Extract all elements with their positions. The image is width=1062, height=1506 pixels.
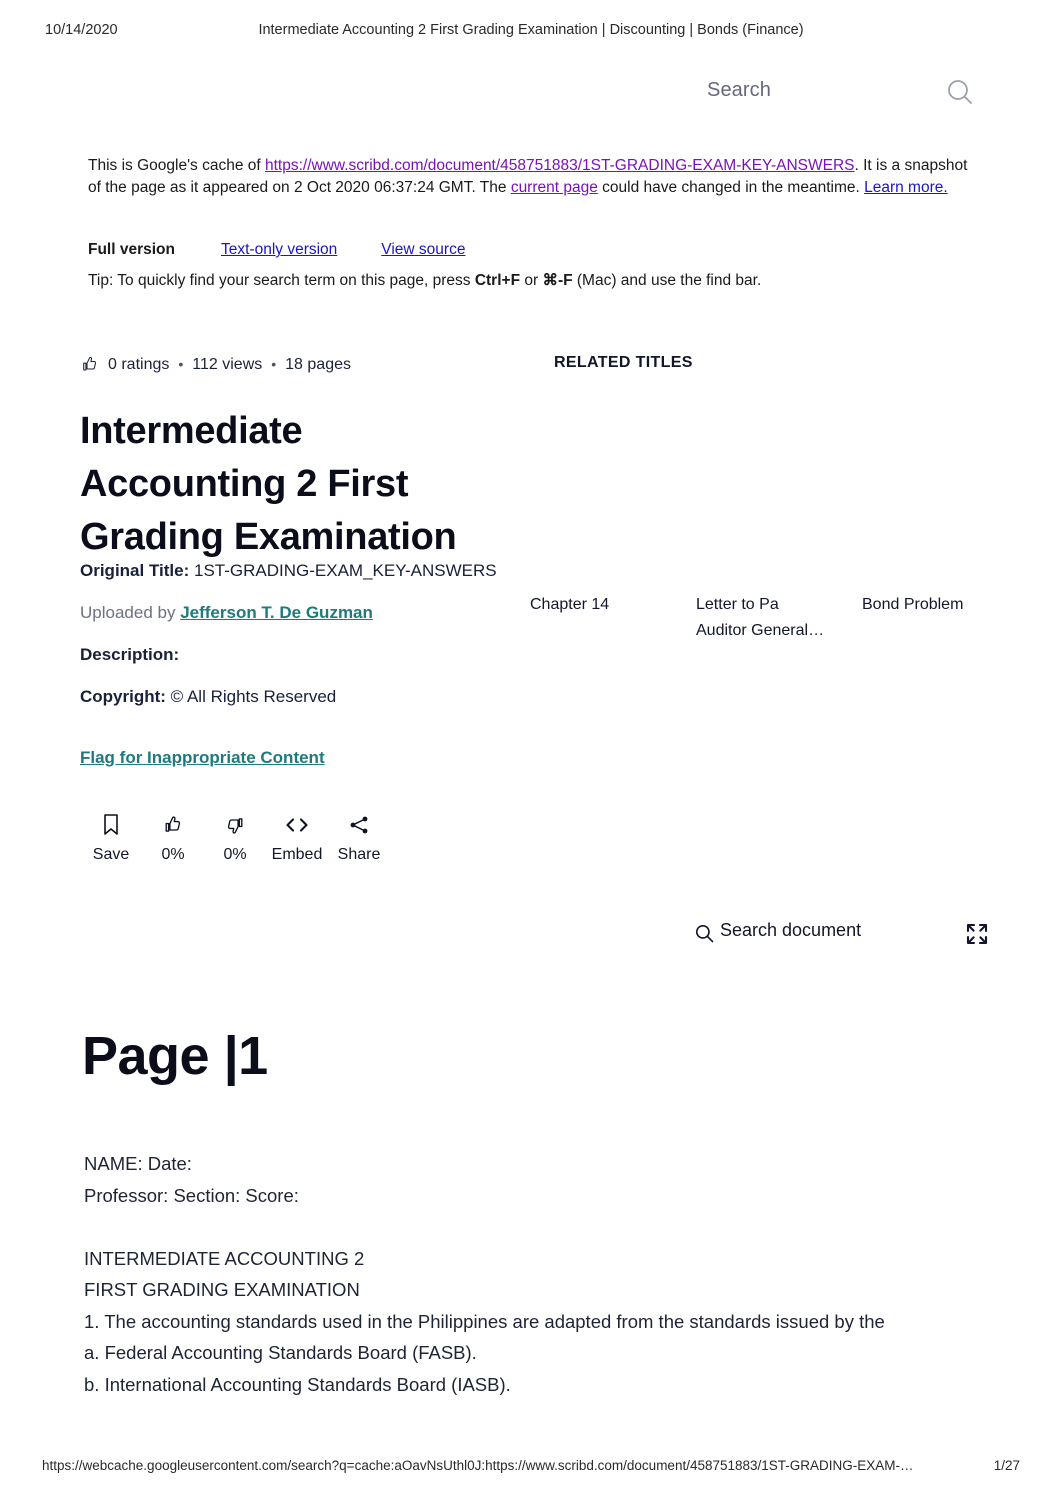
- ratings-count: 0 ratings: [108, 356, 170, 373]
- search-document-button[interactable]: Search document: [720, 920, 861, 941]
- embed-button[interactable]: Embed: [266, 812, 328, 864]
- learn-more-link[interactable]: Learn more.: [864, 179, 948, 196]
- search-input-placeholder[interactable]: Search: [707, 79, 771, 102]
- fullscreen-expand-icon[interactable]: [964, 921, 990, 947]
- cache-version-links: Full version Text-only version View source: [88, 239, 968, 260]
- print-footer: https://webcache.googleusercontent.com/s…: [0, 1458, 1062, 1480]
- doc-line: 1. The accounting standards used in the …: [84, 1310, 885, 1332]
- original-title-label: Original Title:: [80, 561, 190, 580]
- related-title-item[interactable]: Chapter 14: [530, 592, 696, 644]
- thumbs-up-icon: [80, 355, 99, 374]
- upvote-button[interactable]: 0%: [142, 812, 204, 864]
- full-version-label: Full version: [88, 241, 175, 258]
- tip-key-ctrl-f: Ctrl+F: [474, 272, 521, 289]
- original-title-field: Original Title: 1ST-GRADING-EXAM_KEY-ANS…: [80, 556, 500, 585]
- cached-url-link[interactable]: https://www.scribd.com/document/45875188…: [265, 157, 855, 174]
- pages-count: 18 pages: [285, 356, 351, 373]
- doc-line: INTERMEDIATE ACCOUNTING 2: [84, 1247, 365, 1269]
- flag-inappropriate-content-link[interactable]: Flag for Inappropriate Content: [80, 748, 325, 768]
- related-titles-list: Chapter 14 Letter to Pa Auditor General……: [530, 592, 1030, 644]
- embed-label: Embed: [271, 846, 323, 863]
- related-title-line1: Bond Problem: [862, 596, 964, 613]
- original-title-value: 1ST-GRADING-EXAM_KEY-ANSWERS: [189, 561, 497, 580]
- related-title-line2: Auditor General…: [696, 622, 825, 639]
- doc-line: b. International Accounting Standards Bo…: [84, 1373, 511, 1395]
- stats-separator-2: •: [271, 356, 277, 372]
- cache-intro-text: This is Google's cache of: [88, 157, 265, 174]
- description-label: Description:: [80, 645, 180, 664]
- code-brackets-icon: [284, 812, 310, 838]
- upvote-percent: 0%: [161, 846, 185, 863]
- downvote-button[interactable]: 0%: [204, 812, 266, 864]
- share-button[interactable]: Share: [328, 812, 390, 864]
- search-icon[interactable]: [944, 76, 976, 108]
- thumbs-down-icon: [224, 812, 246, 838]
- copyright-value: © All Rights Reserved: [165, 687, 337, 706]
- tip-key-cmd-f: ⌘-F: [542, 272, 573, 289]
- doc-line: a. Federal Accounting Standards Board (F…: [84, 1342, 477, 1363]
- stats-separator-1: •: [178, 356, 184, 372]
- text-only-version-link[interactable]: Text-only version: [221, 239, 337, 260]
- doc-line: NAME: Date:: [84, 1153, 192, 1174]
- print-header: 10/14/2020 Intermediate Accounting 2 Fir…: [0, 22, 1062, 46]
- downvote-percent: 0%: [223, 846, 247, 863]
- copyright-field: Copyright: © All Rights Reserved: [80, 682, 500, 711]
- current-page-link[interactable]: current page: [511, 179, 598, 196]
- doc-line: Professor: Section: Score:: [84, 1184, 299, 1206]
- copyright-label: Copyright:: [80, 687, 166, 706]
- share-label: Share: [337, 846, 381, 863]
- uploaded-by-label: Uploaded by: [80, 603, 181, 622]
- tip-or-text: or: [520, 272, 543, 289]
- print-footer-url: https://webcache.googleusercontent.com/s…: [42, 1458, 914, 1473]
- document-action-bar: Save 0% 0% Embed Share: [80, 812, 390, 864]
- bookmark-icon: [101, 812, 121, 838]
- uploader-link[interactable]: Jefferson T. De Guzman: [180, 603, 373, 622]
- print-header-title: Intermediate Accounting 2 First Grading …: [258, 22, 804, 38]
- uploaded-by-field: Uploaded by Jefferson T. De Guzman: [80, 598, 500, 627]
- thumbs-up-icon: [162, 812, 184, 838]
- document-details: Original Title: 1ST-GRADING-EXAM_KEY-ANS…: [80, 556, 500, 711]
- tip-prefix-text: Tip: To quickly find your search term on…: [88, 272, 475, 289]
- related-title-line1: Chapter 14: [530, 596, 610, 613]
- view-source-link[interactable]: View source: [381, 239, 465, 260]
- tip-suffix-text: (Mac) and use the find bar.: [572, 272, 762, 289]
- related-title-item[interactable]: Bond Problem: [862, 592, 1028, 644]
- related-titles-heading: RELATED TITLES: [554, 354, 693, 371]
- page-title: Intermediate Accounting 2 First Grading …: [80, 410, 457, 559]
- related-title-item[interactable]: Letter to Pa Auditor General…: [696, 592, 862, 644]
- cache-find-tip: Tip: To quickly find your search term on…: [88, 270, 988, 291]
- document-stats: 0 ratings • 112 views • 18 pages: [80, 352, 351, 378]
- related-title-line1: Letter to Pa: [696, 596, 779, 613]
- print-footer-page-number: 1/27: [993, 1458, 1020, 1473]
- save-label: Save: [92, 846, 130, 863]
- google-cache-banner: This is Google's cache of https://www.sc…: [88, 155, 968, 198]
- search-icon[interactable]: [694, 923, 715, 944]
- document-toolbar: Search document: [694, 920, 994, 954]
- views-count: 112 views: [192, 356, 263, 373]
- description-field: Description:: [80, 640, 500, 669]
- save-button[interactable]: Save: [80, 812, 142, 864]
- share-icon: [348, 812, 370, 838]
- doc-line-blank: [84, 1211, 984, 1243]
- page-heading: Page |1: [82, 1026, 268, 1086]
- document-page-text: NAME: Date: Professor: Section: Score: I…: [84, 1148, 984, 1400]
- site-search-bar[interactable]: Search: [0, 72, 1062, 120]
- cache-after-current-text: could have changed in the meantime.: [597, 178, 865, 196]
- doc-line: FIRST GRADING EXAMINATION: [84, 1279, 360, 1300]
